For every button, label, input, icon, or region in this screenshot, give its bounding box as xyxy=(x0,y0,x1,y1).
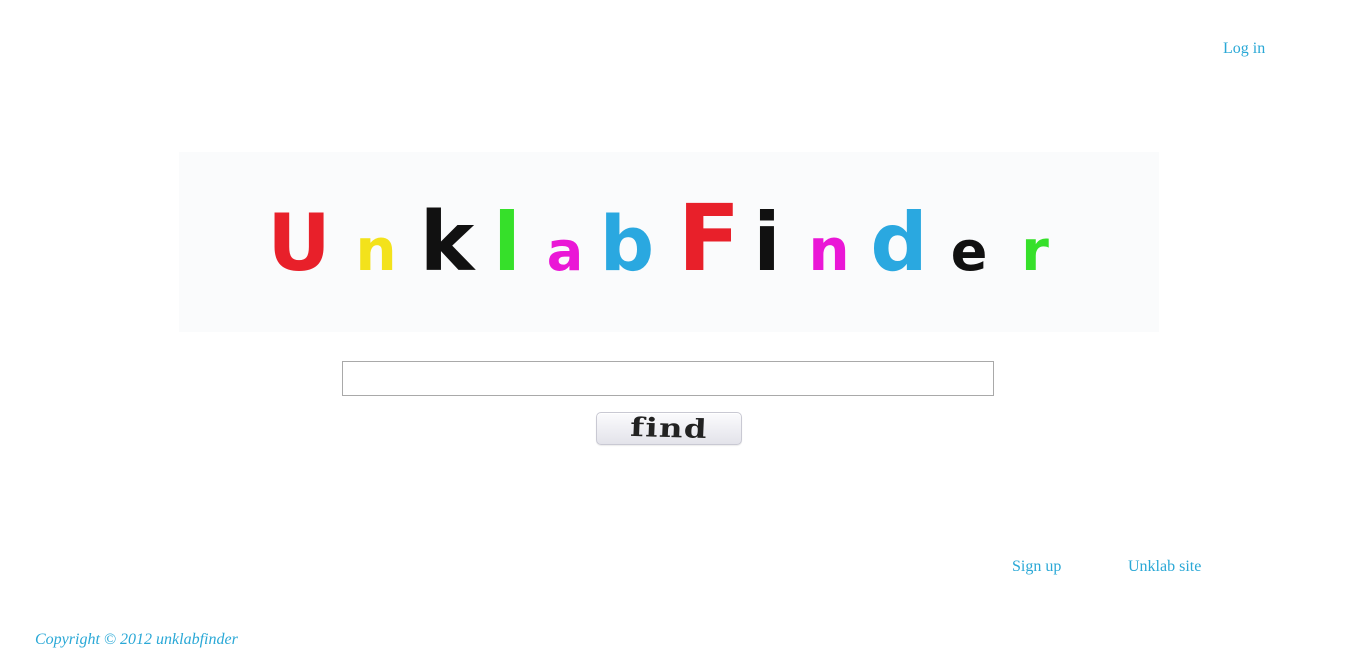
search-input[interactable] xyxy=(342,361,994,396)
logo-letter: n xyxy=(808,216,849,284)
logo-letter: d xyxy=(870,196,927,289)
logo-letter: n xyxy=(355,216,396,284)
unklabfinder-logo: UnklabFinder xyxy=(267,185,1049,292)
signup-link[interactable]: Sign up xyxy=(1012,558,1061,576)
logo-letter: e xyxy=(951,220,988,283)
logo-letter: F xyxy=(678,185,741,292)
logo-letter: b xyxy=(600,199,654,288)
logo-letter: a xyxy=(547,220,583,283)
logo-letter: l xyxy=(493,196,520,289)
find-button[interactable]: find xyxy=(596,412,742,445)
login-link[interactable]: Log in xyxy=(1223,40,1265,58)
page: Log in UnklabFinder find Sign up Unklab … xyxy=(0,0,1350,657)
unklab-site-link[interactable]: Unklab site xyxy=(1128,558,1201,576)
logo-letter: r xyxy=(1021,219,1049,284)
logo-letter: k xyxy=(420,195,477,290)
logo-banner: UnklabFinder xyxy=(179,152,1159,332)
logo-letter: i xyxy=(753,196,780,289)
find-button-label: find xyxy=(629,412,709,445)
copyright-text: Copyright © 2012 unklabfinder xyxy=(35,631,238,648)
logo-letter: U xyxy=(267,199,330,289)
